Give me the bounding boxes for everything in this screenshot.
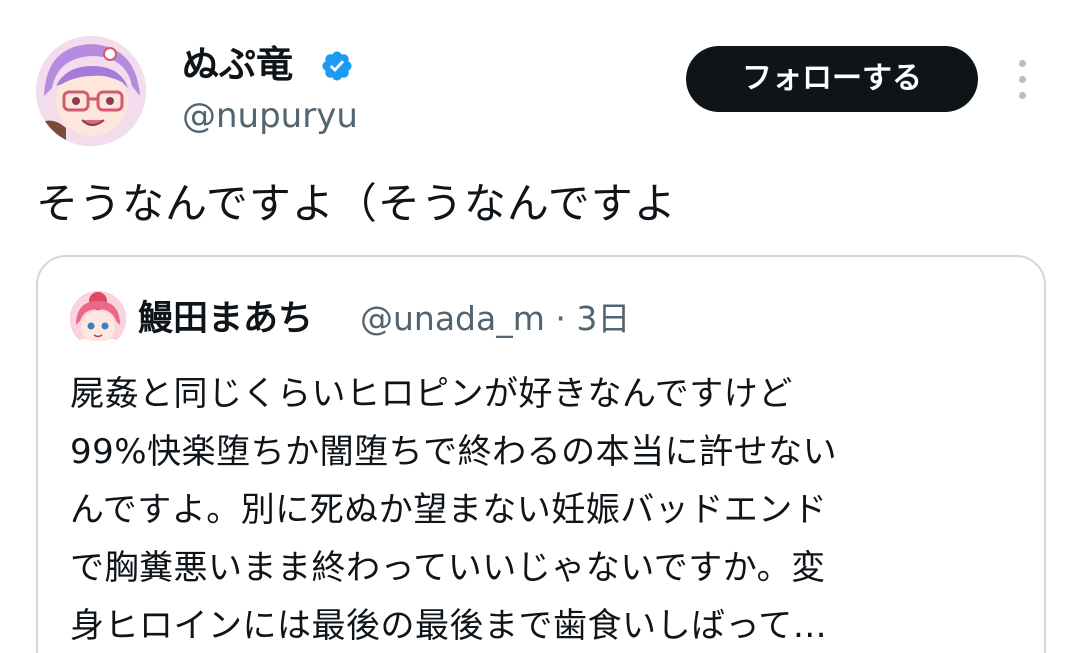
quoted-tweet[interactable]: 鰻田まあち @unada_m · 3日 屍姦と同じくらいヒロピンが好きなんですけ… [36, 255, 1046, 653]
quote-timestamp[interactable]: 3日 [576, 299, 630, 338]
tweet-card: ぬぷ竜 @nupuryu フォローする そうなんですよ（そうなんですよ 鰻田まあ… [0, 0, 1080, 653]
quote-text-line: 99%快楽堕ちか闇堕ちで終わるの本当に許せない [70, 432, 838, 472]
quote-text-line: 身ヒロインには最後の最後まで歯食いしばって… [70, 606, 828, 646]
author-handle[interactable]: @nupuryu [182, 94, 358, 138]
quote-text: 屍姦と同じくらいヒロピンが好きなんですけど 99%快楽堕ちか闇堕ちで終わるの本当… [70, 365, 1020, 653]
author-display-name[interactable]: ぬぷ竜 [182, 42, 293, 88]
more-vertical-icon[interactable] [1008, 58, 1038, 102]
anime-avatar-icon [36, 36, 146, 146]
follow-button[interactable]: フォローする [686, 46, 978, 112]
quote-text-line: 屍姦と同じくらいヒロピンが好きなんですけど [70, 374, 793, 414]
verified-badge-icon [322, 51, 352, 81]
quote-text-line: んですよ。別に死ぬか望まない妊娠バッドエンド [70, 490, 828, 530]
meta-separator: · [555, 299, 566, 338]
anime-avatar-icon [70, 291, 126, 347]
author-avatar[interactable] [36, 36, 146, 146]
quote-author-display-name[interactable]: 鰻田まあち [138, 297, 313, 341]
quote-author-handle[interactable]: @unada_m [360, 299, 545, 338]
quote-author-avatar[interactable] [70, 291, 126, 347]
quote-meta: @unada_m · 3日 [360, 297, 630, 341]
tweet-text: そうなんですよ（そうなんですよ [36, 179, 677, 228]
quote-text-line: で胸糞悪いまま終わっていいじゃないですか。変 [70, 548, 826, 588]
